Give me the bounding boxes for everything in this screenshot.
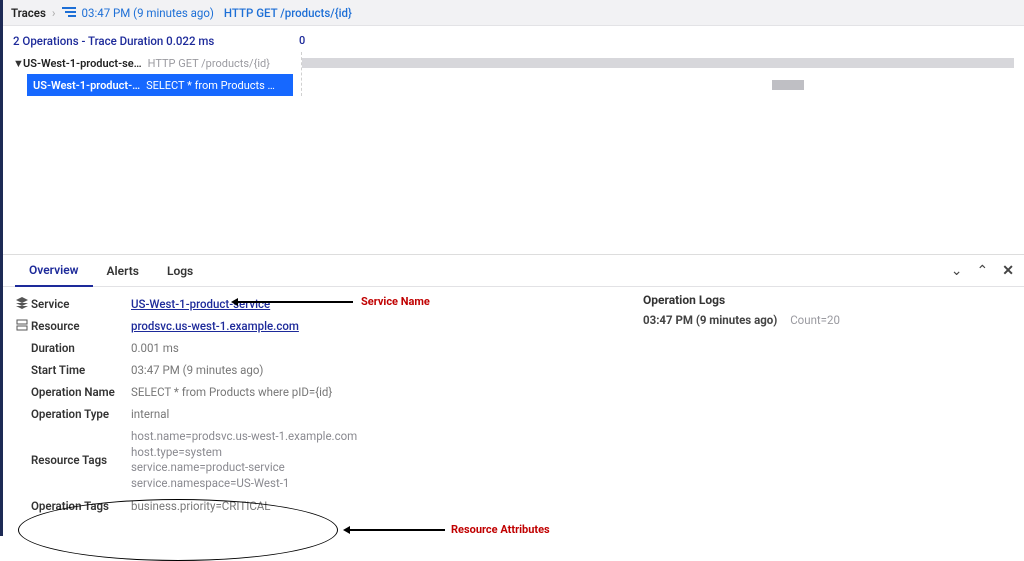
span-bar <box>772 80 804 90</box>
span-bar <box>302 58 1014 68</box>
close-icon[interactable]: ✕ <box>1002 263 1014 279</box>
tab-overview[interactable]: Overview <box>15 255 93 287</box>
log-time: 03:47 PM (9 minutes ago) <box>643 313 777 327</box>
trace-icon <box>62 7 76 18</box>
breadcrumb: Traces › 03:47 PM (9 minutes ago) HTTP G… <box>3 0 1024 26</box>
trace-tree: ▼ US-West-1-product-se… HTTP GET /produc… <box>13 52 293 96</box>
tab-alerts[interactable]: Alerts <box>93 255 153 287</box>
chevron-down-icon[interactable]: ⌄ <box>951 263 963 279</box>
trace-row-child[interactable]: US-West-1-product-… SELECT * from Produc… <box>27 74 293 96</box>
operation-logs: Operation Logs 03:47 PM (9 minutes ago) … <box>633 287 1024 527</box>
annotation-service-name: Service Name <box>361 295 430 308</box>
trace-summary-row: 2 Operations - Trace Duration 0.022 ms 0 <box>3 26 1024 52</box>
timeline-zero-marker: 0 <box>299 34 305 47</box>
timeline-row-root <box>302 52 1014 74</box>
overview-details: Service US-West-1-product-service Resour… <box>3 287 633 527</box>
trace-row-service: US-West-1-product-se… <box>23 57 142 70</box>
trace-row-service: US-West-1-product-… <box>33 79 140 92</box>
trace-timeline <box>301 52 1014 96</box>
label: Operation Type <box>31 407 131 421</box>
annotation-arrow <box>345 529 445 531</box>
breadcrumb-endpoint: HTTP GET /products/{id} <box>224 6 352 20</box>
trace-row-op: SELECT * from Products … <box>146 79 275 92</box>
label: Operation Name <box>31 385 131 399</box>
log-count: Count=20 <box>790 313 840 327</box>
label: Duration <box>31 341 131 355</box>
caret-down-icon[interactable]: ▼ <box>13 57 23 70</box>
panel-body: Service US-West-1-product-service Resour… <box>3 287 1024 527</box>
row-operation-type: Operation Type internal <box>13 403 623 425</box>
trace-summary: 2 Operations - Trace Duration 0.022 ms <box>13 34 214 48</box>
annotation-resource-attrs: Resource Attributes <box>451 523 550 536</box>
value: 03:47 PM (9 minutes ago) <box>131 363 263 377</box>
label: Operation Tags <box>31 499 131 513</box>
row-resource: Resource prodsvc.us-west-1.example.com <box>13 315 623 337</box>
operation-log-entry[interactable]: 03:47 PM (9 minutes ago) Count=20 <box>643 313 1014 327</box>
row-duration: Duration 0.001 ms <box>13 337 623 359</box>
layers-icon <box>13 297 31 309</box>
server-icon <box>13 319 31 331</box>
panel-actions: ⌄ ⌃ ✕ <box>951 263 1014 279</box>
operation-logs-title: Operation Logs <box>643 293 1014 307</box>
trace-row-op: HTTP GET /products/{id} <box>148 57 270 70</box>
breadcrumb-root[interactable]: Traces <box>11 6 46 20</box>
annotation-arrow <box>233 301 353 303</box>
value: host.name=prodsvc.us-west-1.example.com … <box>131 429 357 491</box>
value: SELECT * from Products where pID={id} <box>131 385 332 399</box>
label: Service <box>31 297 131 311</box>
panel-tabs: Overview Alerts Logs ⌄ ⌃ ✕ <box>3 255 1024 287</box>
row-resource-tags: Resource Tags host.name=prodsvc.us-west-… <box>13 425 623 495</box>
row-operation-tags: Operation Tags business.priority=CRITICA… <box>13 495 623 517</box>
tab-logs[interactable]: Logs <box>153 255 207 287</box>
service-link[interactable]: US-West-1-product-service <box>131 297 270 311</box>
trace-row-root[interactable]: ▼ US-West-1-product-se… HTTP GET /produc… <box>13 52 293 74</box>
timeline-row-child <box>302 74 1014 96</box>
label: Resource Tags <box>31 453 131 467</box>
resource-link[interactable]: prodsvc.us-west-1.example.com <box>131 319 299 333</box>
chevron-up-icon[interactable]: ⌃ <box>977 263 989 279</box>
row-start-time: Start Time 03:47 PM (9 minutes ago) <box>13 359 623 381</box>
row-operation-name: Operation Name SELECT * from Products wh… <box>13 381 623 403</box>
row-service: Service US-West-1-product-service <box>13 293 623 315</box>
label: Resource <box>31 319 131 333</box>
value: business.priority=CRITICAL <box>131 499 271 513</box>
breadcrumb-time: 03:47 PM (9 minutes ago) <box>82 6 214 20</box>
value: 0.001 ms <box>131 341 179 355</box>
details-panel: Overview Alerts Logs ⌄ ⌃ ✕ Service US-We… <box>3 254 1024 527</box>
label: Start Time <box>31 363 131 377</box>
value: internal <box>131 407 169 421</box>
breadcrumb-separator: › <box>52 6 56 20</box>
trace-area: ▼ US-West-1-product-se… HTTP GET /produc… <box>3 52 1024 106</box>
